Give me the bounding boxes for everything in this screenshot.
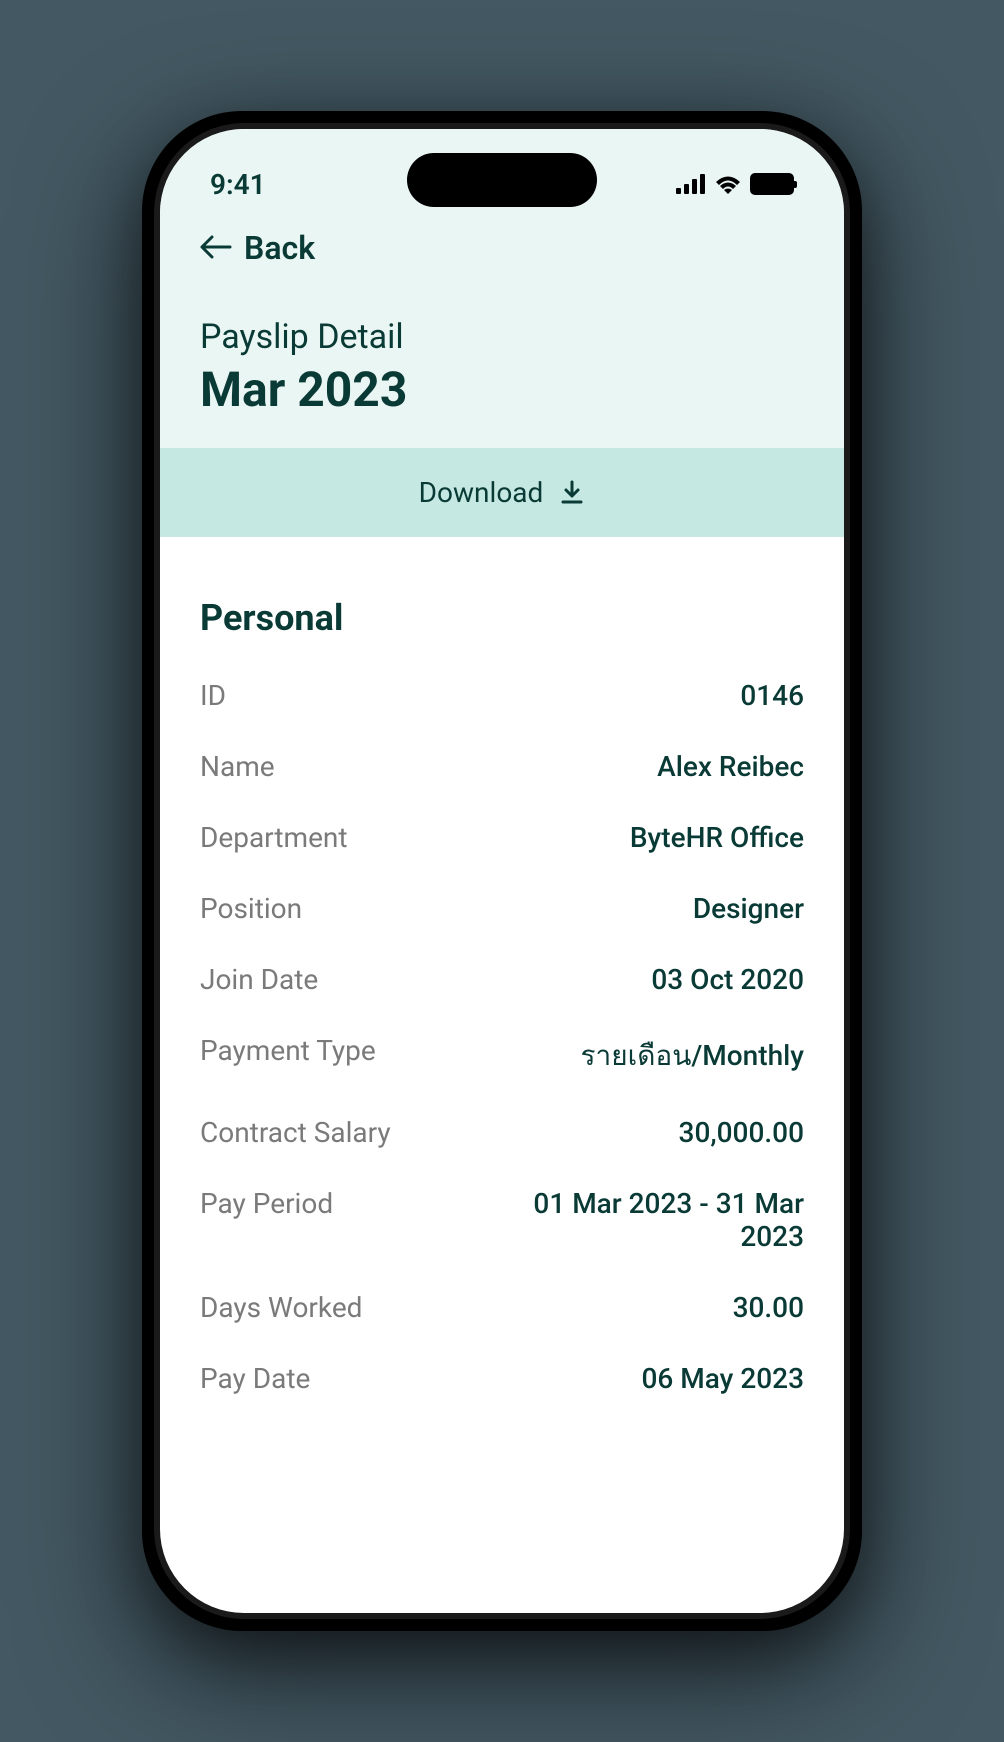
header-section: Back Payslip Detail Mar 2023 [160,219,844,448]
detail-label: ID [200,679,226,712]
status-icons [676,173,794,195]
detail-label: Department [200,821,348,854]
arrow-left-icon [200,229,232,267]
phone-frame-inner: 9:41 [154,123,850,1619]
page-title: Mar 2023 [200,361,804,418]
detail-value: 30,000.00 [679,1116,804,1149]
back-label: Back [244,229,315,267]
detail-row-position: Position Designer [200,892,804,925]
detail-value: Alex Reibec [657,750,804,783]
cellular-signal-icon [676,174,706,194]
dynamic-island [407,153,597,207]
detail-row-id: ID 0146 [200,679,804,712]
detail-value: รายเดือน/Monthly [581,1034,805,1078]
detail-label: Pay Period [200,1187,333,1220]
detail-label: Join Date [200,963,318,996]
detail-row-pay-period: Pay Period 01 Mar 2023 - 31 Mar 2023 [200,1187,804,1253]
detail-value: 03 Oct 2020 [651,963,804,996]
detail-row-name: Name Alex Reibec [200,750,804,783]
detail-value: 0146 [740,679,804,712]
detail-row-join-date: Join Date 03 Oct 2020 [200,963,804,996]
detail-row-payment-type: Payment Type รายเดือน/Monthly [200,1034,804,1078]
detail-label: Days Worked [200,1291,362,1324]
detail-label: Position [200,892,302,925]
back-button[interactable]: Back [200,229,804,267]
download-label: Download [419,476,544,509]
detail-value: 30.00 [733,1291,804,1324]
detail-label: Payment Type [200,1034,376,1067]
detail-label: Contract Salary [200,1116,391,1149]
download-icon [559,480,585,506]
detail-value: Designer [693,892,804,925]
detail-row-pay-date: Pay Date 06 May 2023 [200,1362,804,1395]
battery-icon [750,173,794,195]
wifi-icon [714,174,742,194]
page-subtitle: Payslip Detail [200,317,804,357]
status-time: 9:41 [210,168,266,201]
section-title-personal: Personal [200,597,804,639]
detail-value: 06 May 2023 [642,1362,805,1395]
detail-row-department: Department ByteHR Office [200,821,804,854]
download-button[interactable]: Download [160,448,844,537]
phone-screen: 9:41 [160,129,844,1613]
detail-value: ByteHR Office [630,821,804,854]
detail-value: 01 Mar 2023 - 31 Mar 2023 [464,1187,804,1253]
phone-frame: 9:41 [142,111,862,1631]
detail-label: Pay Date [200,1362,310,1395]
detail-row-days-worked: Days Worked 30.00 [200,1291,804,1324]
detail-row-contract-salary: Contract Salary 30,000.00 [200,1116,804,1149]
detail-label: Name [200,750,275,783]
content-section: Personal ID 0146 Name Alex Reibec Depart… [160,537,844,1493]
